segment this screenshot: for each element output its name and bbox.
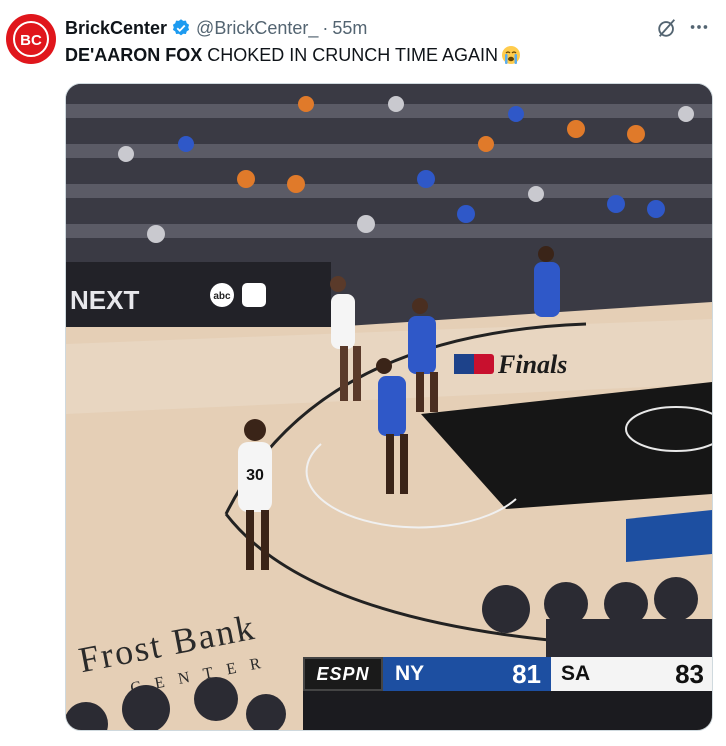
separator: ·	[322, 17, 329, 38]
tweet-text-bold: DE'AARON FOX	[65, 45, 203, 65]
scorebug: ESPN NY 81 SA 83	[303, 657, 712, 691]
scorebug-bottom-bar	[303, 691, 712, 730]
tweet-text-rest: CHOKED IN CRUNCH TIME AGAIN	[202, 45, 498, 65]
away-team-name: NY	[395, 662, 425, 685]
svg-text:BC: BC	[20, 32, 42, 49]
more-options-icon[interactable]	[688, 16, 710, 38]
handle[interactable]: @BrickCenter_	[196, 18, 318, 39]
svg-text:30: 30	[246, 467, 264, 484]
tweet-text: DE'AARON FOX CHOKED IN CRUNCH TIME AGAIN	[65, 43, 521, 67]
away-team-box: NY 81	[383, 657, 551, 691]
home-team-box: SA 83	[551, 657, 712, 691]
home-team-name: SA	[561, 662, 591, 685]
grok-icon[interactable]	[656, 17, 678, 39]
away-team-score: 81	[512, 658, 541, 689]
basketball-video-frame: NEXT abc Finals 30 Frost Bank CENTER	[66, 84, 712, 730]
video-media[interactable]: NEXT abc Finals 30 Frost Bank CENTER ESP…	[65, 83, 713, 731]
loudly-crying-face-icon	[502, 46, 520, 64]
home-team-score: 83	[675, 658, 704, 689]
finals-logo-text: Finals	[497, 350, 567, 379]
board-next-text: NEXT	[70, 285, 139, 315]
brickcenter-logo-icon: BC	[13, 21, 49, 57]
avatar[interactable]: BC	[6, 14, 56, 64]
espn-logo: ESPN	[303, 657, 383, 691]
display-name[interactable]: BrickCenter	[65, 18, 167, 39]
tweet-header: BrickCenter @BrickCenter_ · 55m	[65, 16, 726, 40]
timestamp[interactable]: 55m	[332, 18, 367, 39]
verified-badge-icon	[172, 19, 190, 36]
board-network-text: abc	[213, 291, 231, 302]
